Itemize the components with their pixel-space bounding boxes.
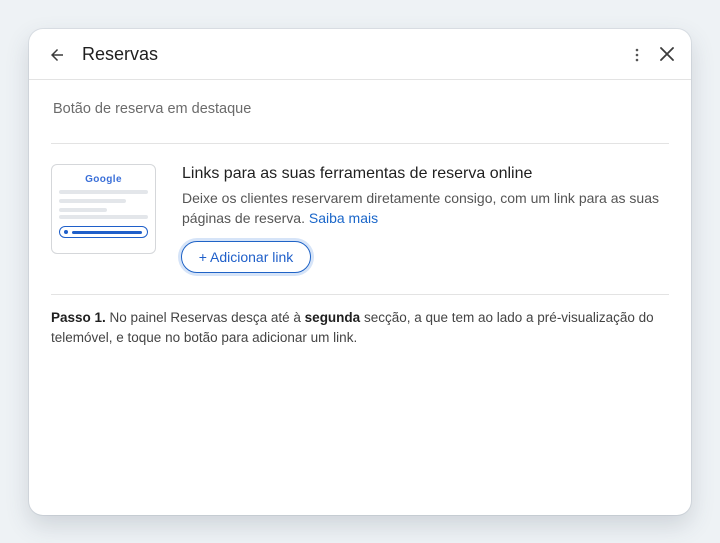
step-text-before: No painel Reservas desça até à xyxy=(105,310,305,325)
step-instructions: Passo 1. No painel Reservas desça até à … xyxy=(51,308,671,348)
feature-description: Deixe os clientes reservarem diretamente… xyxy=(182,188,662,228)
divider xyxy=(51,294,669,295)
arrow-back-icon xyxy=(51,49,63,61)
close-icon xyxy=(660,47,674,61)
page-title: Reservas xyxy=(82,44,159,64)
feature-description-text: Deixe os clientes reservarem diretamente… xyxy=(182,190,659,226)
dialog-header: Reservas xyxy=(29,29,691,80)
more-vert-icon xyxy=(635,48,639,62)
learn-more-link[interactable]: Saiba mais xyxy=(309,210,378,226)
more-options-button[interactable] xyxy=(627,43,647,67)
divider xyxy=(51,143,669,144)
feature-title: Links para as suas ferramentas de reserv… xyxy=(182,165,533,182)
back-button[interactable] xyxy=(45,43,69,67)
step-label: Passo 1. xyxy=(51,310,106,325)
booking-preview-thumbnail: Google xyxy=(51,164,156,254)
section-label: Botão de reserva em destaque xyxy=(53,101,252,117)
close-button[interactable] xyxy=(655,42,679,66)
add-link-button[interactable]: + Adicionar link xyxy=(181,241,311,273)
reservas-dialog: Reservas Botão de reserva em destaque Go… xyxy=(29,29,691,515)
google-logo: Google xyxy=(85,174,122,185)
step-emphasis: segunda xyxy=(304,310,361,325)
booking-link-preview xyxy=(59,226,148,238)
